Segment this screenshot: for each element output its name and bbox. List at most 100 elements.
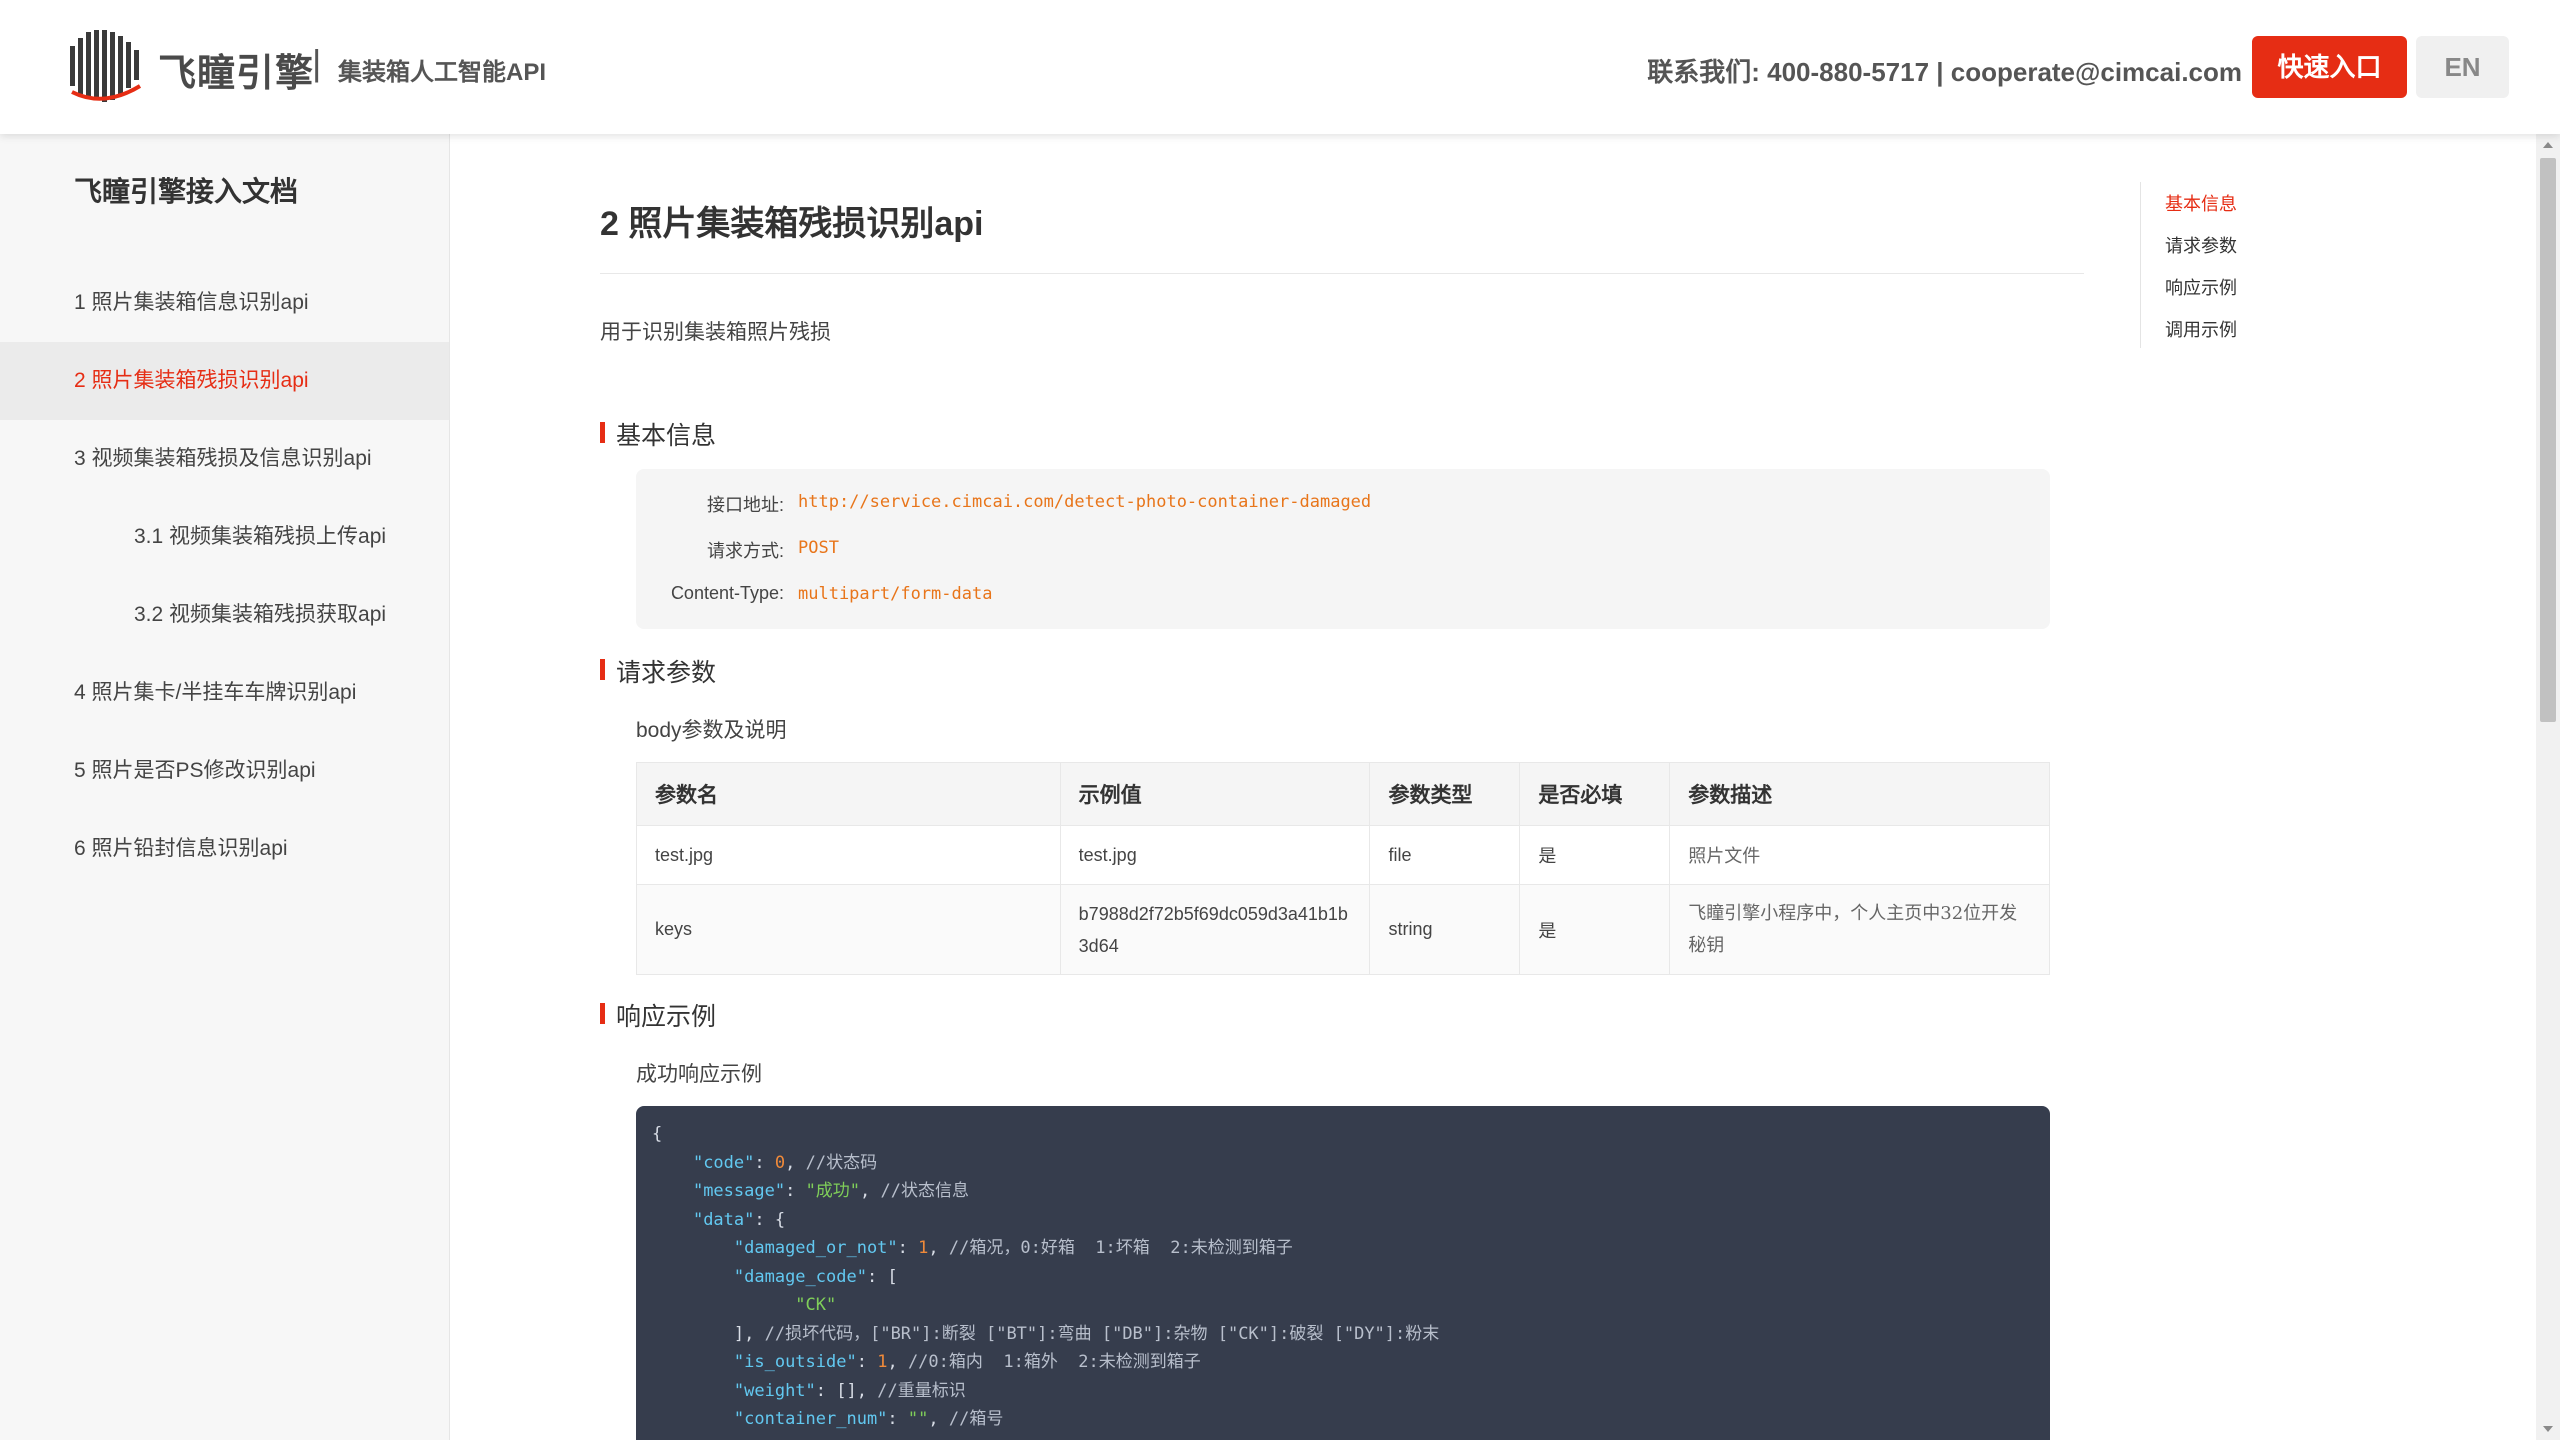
code-comment: //状态码 <box>805 1152 878 1173</box>
example-value-cell: b7988d2f72b5f69dc059d3a41b1b3d64 <box>1059 884 1371 975</box>
code-comment: //0:箱内 1:箱外 2:未检测到箱子 <box>907 1352 1201 1372</box>
code-line: "damaged_or_not": 1, //箱况，0:好箱 1:坏箱 2:未检… <box>733 1238 1293 1258</box>
code-comment: //状态信息 <box>880 1181 970 1201</box>
code-line: "data": { <box>692 1209 786 1230</box>
code-array: [] <box>836 1380 857 1401</box>
sidebar-item-video-damage[interactable]: 3 视频集装箱残损及信息识别api <box>0 420 449 498</box>
required-cell: 是 <box>1519 884 1671 975</box>
sidebar-item-label: 2 照片集装箱残损识别api <box>74 369 309 392</box>
code-line: "container_num": "", //箱号 <box>733 1409 1004 1429</box>
params-table: 参数名 示例值 参数类型 是否必填 参数描述 test.jpg test.jpg… <box>636 762 2050 975</box>
toc-item-request-params[interactable]: 请求参数 <box>2165 232 2237 258</box>
method-label: 请求方式: <box>706 541 784 561</box>
sidebar-item-label: 3 视频集装箱残损及信息识别api <box>74 447 372 470</box>
scroll-down-icon[interactable] <box>2543 1426 2553 1432</box>
scroll-thumb[interactable] <box>2540 158 2556 722</box>
required-cell: 是 <box>1519 825 1671 885</box>
content-type-value: multipart/form-data <box>798 584 993 604</box>
code-comment: //箱号 <box>948 1409 1004 1429</box>
sidebar-item-seal[interactable]: 6 照片铅封信息识别api <box>0 810 449 888</box>
table-row: test.jpg test.jpg file 是 照片文件 <box>636 825 2050 885</box>
code-line: ], //损坏代码，["BR"]:断裂 ["BT"]:弯曲 ["DB"]:杂物 … <box>652 1320 2050 1349</box>
sidebar-item-video-upload[interactable]: 3.1 视频集装箱残损上传api <box>0 498 449 576</box>
param-type-cell: file <box>1369 825 1521 885</box>
column-header: 示例值 <box>1059 762 1371 826</box>
sidebar-item-photo-info[interactable]: 1 照片集装箱信息识别api <box>0 264 449 342</box>
page-title: 2 照片集装箱残损识别api <box>600 205 984 243</box>
code-comment: //箱况，0:好箱 1:坏箱 2:未检测到箱子 <box>948 1238 1293 1258</box>
sidebar-item-label: 3.2 视频集装箱残损获取api <box>134 603 387 626</box>
section-request-params: 请求参数 <box>600 653 716 689</box>
contact-info: 联系我们: 400-880-5717 | cooperate@cimcai.co… <box>1647 57 2242 87</box>
code-key: "is_outside" <box>733 1352 857 1372</box>
sidebar-item-label: 1 照片集装箱信息识别api <box>74 291 309 314</box>
brand-subtitle: 集装箱人工智能API <box>338 59 547 86</box>
code-key: "code" <box>692 1152 755 1173</box>
quick-entry-button[interactable]: 快速入口 <box>2252 36 2407 98</box>
scroll-up-icon[interactable] <box>2543 142 2553 148</box>
code-brace: { <box>652 1124 663 1144</box>
code-key: "message" <box>692 1181 786 1201</box>
page-scrollbar[interactable] <box>2536 134 2560 1440</box>
sidebar-item-photo-damage[interactable]: 2 照片集装箱残损识别api <box>0 342 449 420</box>
code-key: "damaged_or_not" <box>733 1238 898 1258</box>
method-value: POST <box>798 538 839 558</box>
sidebar-item-label: 4 照片集卡/半挂车车牌识别api <box>74 681 357 704</box>
sidebar-item-ps-detect[interactable]: 5 照片是否PS修改识别api <box>0 732 449 810</box>
table-header-row: 参数名 示例值 参数类型 是否必填 参数描述 <box>636 762 2050 826</box>
code-line: { <box>652 1120 2050 1149</box>
code-line: "CK" <box>652 1291 2050 1320</box>
code-comment: //损坏代码，["BR"]:断裂 ["BT"]:弯曲 ["DB"]:杂物 ["C… <box>764 1323 1440 1344</box>
code-bracket: ], <box>733 1323 755 1344</box>
sidebar-item-video-fetch[interactable]: 3.2 视频集装箱残损获取api <box>0 576 449 654</box>
code-number: 1 <box>918 1238 929 1258</box>
code-string: "" <box>907 1409 929 1429</box>
param-name-cell: test.jpg <box>636 825 1061 885</box>
code-line: "message": "成功", //状态信息 <box>692 1181 970 1201</box>
param-desc-cell: 飞瞳引擎小程序中，个人主页中32位开发秘钥 <box>1669 884 2050 975</box>
column-header: 参数名 <box>636 762 1061 826</box>
doc-sidebar: 飞瞳引擎接入文档 1 照片集装箱信息识别api 2 照片集装箱残损识别api 3… <box>0 134 450 1440</box>
success-response-label: 成功响应示例 <box>636 1063 762 1086</box>
endpoint-label: 接口地址: <box>706 495 784 515</box>
sidebar-item-plate[interactable]: 4 照片集卡/半挂车车牌识别api <box>0 654 449 732</box>
column-header: 参数描述 <box>1669 762 2050 826</box>
code-key: "data" <box>692 1209 755 1230</box>
sidebar-item-label: 6 照片铅封信息识别api <box>74 837 288 860</box>
toc-item-call-example[interactable]: 调用示例 <box>2165 316 2237 342</box>
column-header: 是否必填 <box>1519 762 1671 826</box>
code-string: "成功" <box>805 1181 861 1201</box>
title-divider <box>600 273 2084 274</box>
response-code-block: { "code": 0, //状态码 "message": "成功", //状态… <box>636 1106 2050 1440</box>
toc-item-basic-info[interactable]: 基本信息 <box>2165 190 2237 216</box>
code-line: "damage_code": [ <box>733 1266 898 1287</box>
basic-info-box: 接口地址: http://service.cimcai.com/detect-p… <box>636 469 2050 629</box>
column-header: 参数类型 <box>1369 762 1521 826</box>
code-key: "container_num" <box>733 1409 888 1429</box>
param-type-cell: string <box>1369 884 1521 975</box>
code-line: "weight": [], //重量标识 <box>733 1380 966 1401</box>
body-params-label: body参数及说明 <box>636 719 787 742</box>
code-line: "is_outside": 1, //0:箱内 1:箱外 2:未检测到箱子 <box>733 1352 1201 1372</box>
code-key: "damage_code" <box>733 1266 867 1287</box>
param-desc-cell: 照片文件 <box>1669 825 2050 885</box>
toc-item-response-example[interactable]: 响应示例 <box>2165 274 2237 300</box>
brand-separator: | <box>312 42 322 83</box>
brand-name[interactable]: 飞瞳引擎 <box>158 42 314 97</box>
code-line: "code": 0, //状态码 <box>692 1152 878 1173</box>
code-number: 0 <box>774 1152 786 1173</box>
top-header: 飞瞳引擎 | 集装箱人工智能API 联系我们: 400-880-5717 | c… <box>0 0 2560 134</box>
language-en-button[interactable]: EN <box>2416 36 2509 98</box>
code-number: 1 <box>877 1352 888 1372</box>
endpoint-value[interactable]: http://service.cimcai.com/detect-photo-c… <box>798 492 1371 512</box>
sidebar-item-label: 5 照片是否PS修改识别api <box>74 759 316 782</box>
sidebar-item-label: 3.1 视频集装箱残损上传api <box>134 525 387 548</box>
code-key: "weight" <box>733 1380 816 1401</box>
section-response-example: 响应示例 <box>600 997 716 1033</box>
logo-icon[interactable] <box>64 26 146 108</box>
example-value-cell: test.jpg <box>1059 825 1371 885</box>
section-basic-info: 基本信息 <box>600 416 716 452</box>
content-type-label: Content-Type: <box>670 583 784 603</box>
sidebar-title: 飞瞳引擎接入文档 <box>74 176 299 207</box>
page-toc: 基本信息 请求参数 响应示例 调用示例 <box>2140 182 2260 348</box>
